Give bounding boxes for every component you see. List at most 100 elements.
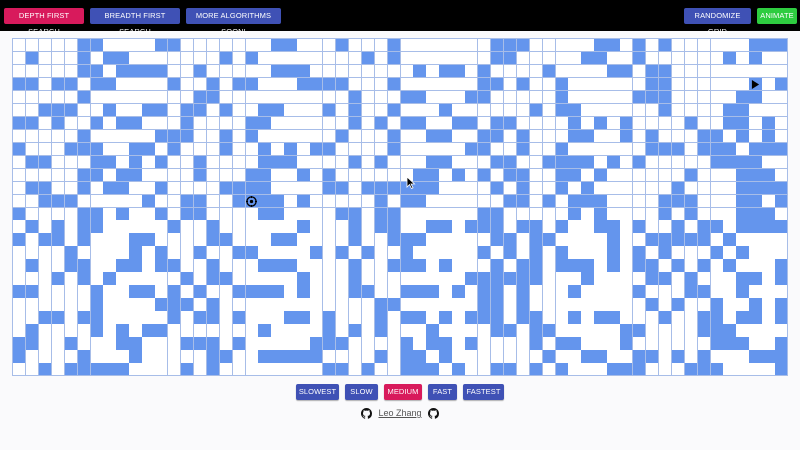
grid-cell[interactable] — [633, 116, 647, 131]
grid-cell[interactable] — [723, 246, 737, 260]
grid-cell[interactable] — [297, 39, 311, 53]
grid-cell[interactable] — [13, 103, 27, 118]
wall-cell[interactable] — [232, 194, 246, 208]
wall-cell[interactable] — [258, 194, 272, 208]
grid-cell[interactable] — [607, 77, 621, 92]
wall-cell[interactable] — [529, 103, 544, 118]
wall-cell[interactable] — [335, 246, 350, 260]
wall-cell[interactable] — [568, 207, 582, 221]
wall-cell[interactable] — [490, 39, 505, 53]
wall-cell[interactable] — [90, 311, 104, 325]
wall-cell[interactable] — [478, 129, 492, 144]
grid-cell[interactable] — [594, 103, 608, 118]
grid-cell[interactable] — [439, 194, 453, 208]
wall-cell[interactable] — [684, 168, 699, 183]
wall-cell[interactable] — [310, 350, 324, 364]
wall-cell[interactable] — [180, 194, 195, 208]
grid-cell[interactable] — [387, 337, 401, 351]
wall-cell[interactable] — [658, 207, 673, 221]
grid-cell[interactable] — [284, 285, 298, 299]
grid-cell[interactable] — [452, 103, 466, 118]
grid-cell[interactable] — [465, 155, 479, 170]
wall-cell[interactable] — [645, 259, 660, 273]
grid-cell[interactable] — [297, 142, 311, 157]
grid-cell[interactable] — [374, 363, 389, 377]
wall-cell[interactable] — [749, 181, 763, 196]
wall-cell[interactable] — [103, 363, 117, 377]
grid-cell[interactable] — [568, 272, 582, 286]
grid-cell[interactable] — [206, 246, 221, 260]
grid-cell[interactable] — [645, 168, 660, 183]
grid-cell[interactable] — [581, 90, 595, 105]
grid-cell[interactable] — [723, 311, 737, 325]
grid-cell[interactable] — [697, 272, 711, 286]
wall-cell[interactable] — [206, 77, 221, 92]
wall-cell[interactable] — [426, 129, 440, 144]
grid-cell[interactable] — [529, 194, 544, 208]
grid-cell[interactable] — [633, 272, 647, 286]
wall-cell[interactable] — [232, 285, 246, 299]
wall-cell[interactable] — [736, 337, 750, 351]
grid-cell[interactable] — [607, 272, 621, 286]
wall-cell[interactable] — [684, 116, 699, 131]
wall-cell[interactable] — [671, 233, 686, 247]
grid-cell[interactable] — [736, 350, 750, 364]
grid-cell[interactable] — [400, 77, 414, 92]
grid-cell[interactable] — [426, 103, 440, 118]
wall-cell[interactable] — [697, 259, 711, 273]
grid-cell[interactable] — [361, 129, 376, 144]
grid-cell[interactable] — [697, 51, 711, 66]
grid-cell[interactable] — [749, 116, 763, 131]
wall-cell[interactable] — [594, 207, 608, 221]
wall-cell[interactable] — [232, 77, 246, 92]
wall-cell[interactable] — [645, 272, 660, 286]
grid-cell[interactable] — [452, 220, 466, 234]
grid-cell[interactable] — [335, 285, 350, 299]
wall-cell[interactable] — [581, 194, 595, 208]
grid-cell[interactable] — [323, 350, 337, 364]
grid-cell[interactable] — [710, 233, 724, 247]
grid-cell[interactable] — [142, 168, 156, 183]
grid-cell[interactable] — [439, 233, 453, 247]
grid-cell[interactable] — [116, 272, 130, 286]
wall-cell[interactable] — [258, 285, 272, 299]
wall-cell[interactable] — [490, 311, 505, 325]
wall-cell[interactable] — [568, 194, 582, 208]
wall-cell[interactable] — [297, 64, 311, 79]
grid-cell[interactable] — [361, 324, 376, 338]
wall-cell[interactable] — [323, 363, 337, 377]
wall-cell[interactable] — [516, 298, 531, 312]
wall-cell[interactable] — [297, 168, 311, 183]
wall-cell[interactable] — [762, 39, 776, 53]
grid-cell[interactable] — [775, 51, 789, 66]
wall-cell[interactable] — [116, 324, 130, 338]
wall-cell[interactable] — [90, 168, 104, 183]
grid-cell[interactable] — [529, 285, 544, 299]
grid-cell[interactable] — [633, 311, 647, 325]
grid-cell[interactable] — [620, 272, 634, 286]
grid-cell[interactable] — [310, 116, 324, 131]
wall-cell[interactable] — [671, 194, 686, 208]
grid-cell[interactable] — [387, 350, 401, 364]
grid-cell[interactable] — [245, 220, 259, 234]
grid-cell[interactable] — [568, 350, 582, 364]
wall-cell[interactable] — [736, 116, 750, 131]
grid-cell[interactable] — [245, 311, 259, 325]
grid-cell[interactable] — [374, 246, 389, 260]
grid-cell[interactable] — [542, 116, 556, 131]
grid-cell[interactable] — [633, 129, 647, 144]
grid-cell[interactable] — [168, 51, 182, 66]
wall-cell[interactable] — [64, 77, 79, 92]
grid-cell[interactable] — [633, 77, 647, 92]
grid-cell[interactable] — [568, 246, 582, 260]
wall-cell[interactable] — [465, 90, 479, 105]
wall-cell[interactable] — [620, 64, 634, 79]
grid-cell[interactable] — [529, 298, 544, 312]
grid-cell[interactable] — [180, 220, 195, 234]
grid-cell[interactable] — [516, 363, 531, 377]
grid-cell[interactable] — [671, 90, 686, 105]
grid-cell[interactable] — [180, 64, 195, 79]
grid-cell[interactable] — [271, 129, 285, 144]
grid-cell[interactable] — [348, 64, 363, 79]
grid-cell[interactable] — [206, 129, 221, 144]
